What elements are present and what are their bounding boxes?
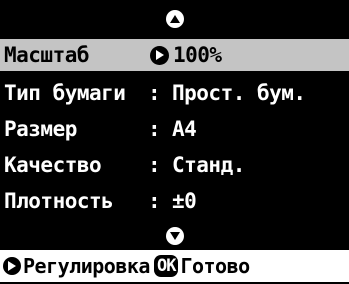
right-arrow-icon (3, 257, 21, 275)
ok-key-icon: OK (153, 255, 179, 277)
button-guide-bar: Регулировка OK Готово (0, 250, 349, 282)
up-arrow-icon (165, 10, 184, 28)
quality-colon: : (148, 153, 161, 177)
scale-value: 100% (173, 43, 222, 67)
right-arrow-icon (150, 45, 169, 65)
paper-type-value: Прост. бум. (172, 81, 306, 105)
paper-type-label: Тип бумаги (4, 81, 126, 105)
down-arrow-icon (165, 227, 184, 245)
size-colon: : (148, 117, 161, 141)
adjust-hint: Регулировка (23, 254, 150, 278)
done-hint: Готово (180, 254, 250, 278)
size-value: A4 (172, 117, 197, 141)
scroll-down-indicator[interactable] (0, 223, 349, 249)
density-label: Плотность (4, 189, 114, 213)
density-colon: : (148, 189, 161, 213)
density-value: ±0 (172, 189, 197, 213)
quality-label: Качество (4, 153, 102, 177)
scale-value-group: 100% (150, 43, 222, 67)
menu-item-scale[interactable]: Масштаб 100% (0, 39, 349, 71)
menu-item-density[interactable]: Плотность : ±0 (0, 183, 349, 219)
menu-item-size[interactable]: Размер : A4 (0, 111, 349, 147)
size-label: Размер (4, 117, 77, 141)
lcd-screen: Масштаб 100% Тип бумаги : Прост. бум. Ра… (0, 0, 349, 284)
paper-type-colon: : (148, 81, 161, 105)
scroll-up-indicator[interactable] (0, 6, 349, 32)
scale-label: Масштаб (4, 43, 90, 67)
settings-menu: Масштаб 100% Тип бумаги : Прост. бум. Ра… (0, 39, 349, 219)
menu-item-quality[interactable]: Качество : Станд. (0, 147, 349, 183)
menu-item-paper-type[interactable]: Тип бумаги : Прост. бум. (0, 75, 349, 111)
quality-value: Станд. (172, 153, 245, 177)
